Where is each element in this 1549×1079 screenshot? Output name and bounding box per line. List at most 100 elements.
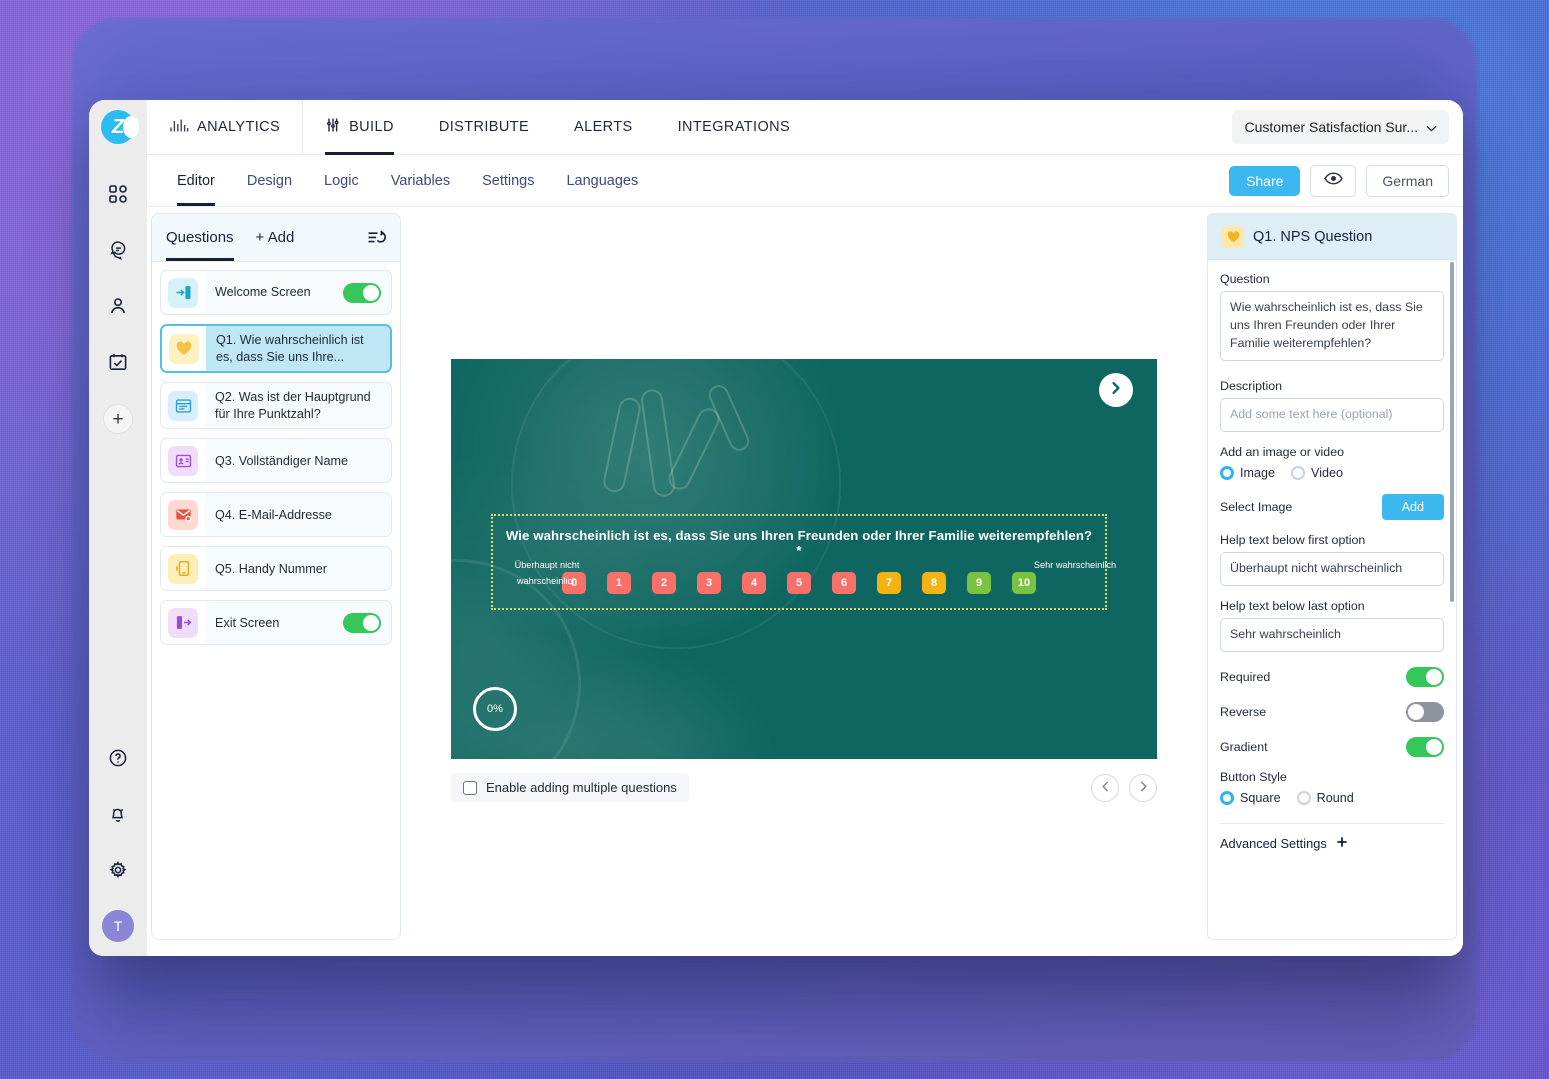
list-item-label: Q3. Vollständiger Name bbox=[215, 453, 349, 468]
button-style-square[interactable]: Square bbox=[1220, 790, 1281, 805]
nps-option-label: 6 bbox=[840, 577, 848, 589]
email-icon bbox=[168, 499, 198, 530]
welcome-screen-toggle[interactable] bbox=[343, 282, 381, 303]
rail-add-button[interactable]: + bbox=[103, 404, 133, 434]
nps-option-10[interactable]: 10 bbox=[1012, 572, 1036, 594]
list-item-q2[interactable]: Q2. Was ist der Hauptgrund für Ihre Punk… bbox=[160, 382, 392, 430]
nav-integrations-label: INTEGRATIONS bbox=[677, 119, 791, 135]
divider bbox=[1220, 822, 1444, 824]
chevron-right-icon bbox=[1139, 780, 1148, 795]
bar-chart-icon bbox=[169, 118, 189, 137]
button-style-radio-group: Square Round bbox=[1220, 790, 1444, 805]
list-item-welcome-screen[interactable]: Welcome Screen bbox=[160, 270, 392, 315]
tab-editor-label: Editor bbox=[177, 172, 215, 189]
next-page-button[interactable] bbox=[1129, 773, 1157, 802]
advanced-settings-toggle[interactable]: Advanced Settings bbox=[1220, 836, 1444, 851]
tab-settings-label: Settings bbox=[482, 172, 535, 189]
editor-body: Questions + Add Welcome Screen Q1. Wie w… bbox=[147, 207, 1463, 956]
settings-panel-title: Q1. NPS Question bbox=[1253, 228, 1373, 245]
tab-languages[interactable]: Languages bbox=[550, 155, 654, 206]
progress-indicator: 0% bbox=[473, 687, 517, 731]
media-option-video[interactable]: Video bbox=[1291, 465, 1343, 480]
nps-option-2[interactable]: 2 bbox=[652, 572, 676, 594]
dashboard-icon[interactable] bbox=[98, 174, 138, 214]
nav-alerts[interactable]: ALERTS bbox=[552, 100, 656, 154]
question-settings-panel: Q1. NPS Question Question Wie wahrschein… bbox=[1207, 213, 1457, 940]
exit-screen-toggle[interactable] bbox=[343, 612, 381, 633]
rail-bottom-group: T bbox=[89, 730, 147, 942]
list-item-exit-screen[interactable]: Exit Screen bbox=[160, 600, 392, 646]
list-item-q4[interactable]: Q4. E-Mail-Addresse bbox=[160, 492, 392, 538]
settings-panel-scrollbar[interactable] bbox=[1450, 262, 1454, 602]
messages-icon[interactable] bbox=[98, 230, 138, 270]
tab-variables[interactable]: Variables bbox=[375, 155, 466, 206]
tasks-icon[interactable] bbox=[98, 342, 138, 382]
survey-selector[interactable]: Customer Satisfaction Sur... bbox=[1232, 110, 1449, 144]
questions-panel: Questions + Add Welcome Screen Q1. Wie w… bbox=[151, 213, 401, 940]
nps-option-6[interactable]: 6 bbox=[832, 572, 856, 594]
gradient-toggle[interactable] bbox=[1406, 736, 1444, 757]
enable-multiple-questions-checkbox[interactable]: Enable adding multiple questions bbox=[451, 773, 689, 802]
question-input[interactable]: Wie wahrscheinlich ist es, dass Sie uns … bbox=[1220, 291, 1444, 361]
media-option-image[interactable]: Image bbox=[1220, 465, 1275, 480]
preview-controls: Enable adding multiple questions bbox=[451, 773, 1157, 802]
list-item-label: Q2. Was ist der Hauptgrund für Ihre Punk… bbox=[215, 390, 371, 421]
nav-distribute-label: DISTRIBUTE bbox=[438, 119, 530, 135]
nps-option-label: 7 bbox=[885, 577, 893, 589]
list-item-q1[interactable]: Q1. Wie wahrscheinlich ist es, dass Sie … bbox=[160, 324, 392, 374]
tab-editor[interactable]: Editor bbox=[161, 155, 231, 206]
nps-option-8[interactable]: 8 bbox=[922, 572, 946, 594]
reverse-toggle[interactable] bbox=[1406, 701, 1444, 722]
sub-navigation: Editor Design Logic Variables Settings L… bbox=[147, 155, 1463, 207]
language-button[interactable]: German bbox=[1366, 164, 1449, 197]
media-field-label: Add an image or video bbox=[1220, 444, 1344, 459]
nps-option-5[interactable]: 5 bbox=[787, 572, 811, 594]
exit-door-icon bbox=[168, 607, 198, 638]
nav-integrations[interactable]: INTEGRATIONS bbox=[656, 100, 813, 154]
add-image-button[interactable]: Add bbox=[1381, 493, 1444, 520]
id-card-icon bbox=[168, 445, 198, 476]
preview-help-first: Überhaupt nicht wahrscheinlich bbox=[514, 560, 580, 587]
question-icon-wrap bbox=[161, 493, 205, 537]
list-item-q5[interactable]: Q5. Handy Nummer bbox=[160, 546, 392, 592]
help-first-input[interactable] bbox=[1220, 551, 1444, 586]
description-input[interactable] bbox=[1220, 397, 1444, 432]
nps-option-9[interactable]: 9 bbox=[967, 572, 991, 594]
list-item-label: Q1. Wie wahrscheinlich ist es, dass Sie … bbox=[216, 333, 364, 364]
button-style-square-label: Square bbox=[1240, 790, 1281, 805]
questions-tab[interactable]: Questions bbox=[166, 214, 234, 261]
list-item-label: Q4. E-Mail-Addresse bbox=[215, 507, 332, 522]
gradient-label: Gradient bbox=[1220, 739, 1268, 754]
settings-icon[interactable] bbox=[98, 850, 138, 890]
reorder-undo-icon[interactable] bbox=[367, 229, 386, 246]
notifications-icon[interactable] bbox=[98, 794, 138, 834]
help-last-input[interactable] bbox=[1220, 617, 1444, 652]
app-logo[interactable]: Z bbox=[101, 110, 139, 144]
contacts-icon[interactable] bbox=[98, 286, 138, 326]
required-toggle[interactable] bbox=[1406, 666, 1444, 687]
app-window: Z + T ANALYTICS BUILD DISTRIBUTE ALERTS … bbox=[89, 100, 1463, 956]
add-question-button[interactable]: + Add bbox=[256, 229, 295, 246]
description-field-label: Description bbox=[1220, 378, 1282, 393]
preview-button[interactable] bbox=[1310, 164, 1357, 197]
nav-build[interactable]: BUILD bbox=[303, 100, 417, 155]
preview-next-button[interactable] bbox=[1099, 373, 1133, 407]
tab-settings[interactable]: Settings bbox=[466, 155, 550, 206]
avatar-initial: T bbox=[113, 918, 123, 934]
nps-option-label: 8 bbox=[930, 577, 938, 589]
share-button[interactable]: Share bbox=[1229, 165, 1301, 196]
help-icon[interactable] bbox=[98, 738, 138, 778]
nav-distribute[interactable]: DISTRIBUTE bbox=[417, 100, 552, 154]
nps-option-7[interactable]: 7 bbox=[877, 572, 901, 594]
button-style-round[interactable]: Round bbox=[1296, 790, 1354, 805]
nav-analytics[interactable]: ANALYTICS bbox=[147, 100, 304, 154]
tab-logic[interactable]: Logic bbox=[308, 155, 375, 206]
tools-icon bbox=[325, 117, 341, 137]
nps-option-4[interactable]: 4 bbox=[742, 572, 766, 594]
prev-page-button[interactable] bbox=[1091, 773, 1119, 802]
tab-design[interactable]: Design bbox=[231, 155, 308, 206]
nps-option-1[interactable]: 1 bbox=[607, 572, 631, 594]
avatar[interactable]: T bbox=[102, 910, 134, 942]
list-item-q3[interactable]: Q3. Vollständiger Name bbox=[160, 438, 392, 484]
nps-option-3[interactable]: 3 bbox=[697, 572, 721, 594]
